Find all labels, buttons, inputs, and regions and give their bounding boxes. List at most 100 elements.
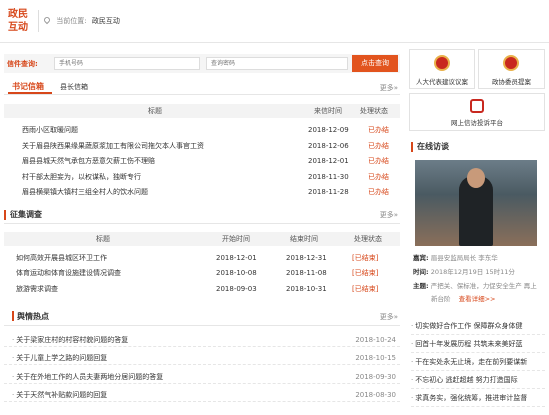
npc-proposal-button[interactable]: 人大代表建议议案 bbox=[409, 49, 475, 89]
list-item[interactable]: 不忘初心 逃赶超越 努力打造国际 bbox=[411, 372, 545, 389]
item-title[interactable]: 求真务实，强化统筹，推进审计监督 bbox=[411, 394, 527, 402]
row-date: 2018-12-01 bbox=[308, 157, 349, 165]
breadcrumb-label: 当前位置: bbox=[56, 17, 87, 25]
mailbox-more-link[interactable]: 更多» bbox=[380, 83, 398, 93]
table-row[interactable]: 体育运动和体育设施建设情况调查 2018-10-08 2018-11-08 [已… bbox=[4, 266, 400, 280]
col-title: 标题 bbox=[148, 107, 162, 115]
row-date: 2018-12-09 bbox=[308, 126, 349, 134]
interview-photo[interactable] bbox=[415, 160, 537, 246]
col-status: 处理状态 bbox=[360, 107, 388, 115]
item-title[interactable]: 关于梁家庄村的村容村貌问题的答复 bbox=[12, 333, 128, 347]
item-date: 2018-08-30 bbox=[355, 391, 396, 399]
row-end: 2018-10-31 bbox=[286, 285, 327, 293]
mailbox-tabline bbox=[4, 94, 400, 95]
row-title[interactable]: 体育运动和体育设施建设情况调查 bbox=[16, 266, 121, 280]
col-status: 处理状态 bbox=[354, 235, 382, 243]
list-item[interactable]: 关于梁家庄村的村容村貌问题的答复 2018-10-24 bbox=[4, 333, 400, 347]
table-row[interactable]: 旅游需求调查 2018-09-03 2018-10-31 [已结束] bbox=[4, 282, 400, 296]
logo-line-1: 政民 bbox=[8, 9, 28, 20]
item-date: 2018-09-30 bbox=[355, 373, 396, 381]
row-start: 2018-12-01 bbox=[216, 254, 257, 262]
query-bar: 信件查询: 点击查询 bbox=[4, 54, 400, 73]
topic-value: 严把关、保标准，力促安全生产 再上 bbox=[430, 282, 537, 290]
row-title[interactable]: 关于眉县陕西果缘果蔬原浆加工有限公司拖欠本人事官工资 bbox=[22, 139, 204, 153]
time-value: 2018年12月19日 15时11分 bbox=[430, 268, 515, 276]
cppcc-proposal-button[interactable]: 政协委员提案 bbox=[478, 49, 545, 89]
topic-value-2: 新台阶 bbox=[431, 295, 451, 303]
cppcc-proposal-label: 政协委员提案 bbox=[492, 78, 531, 86]
table-row[interactable]: 眉县横渠镇大镇村三组全村人的饮水问题 2018-11-28 已办结 bbox=[4, 185, 400, 199]
query-code-input[interactable] bbox=[206, 57, 348, 70]
npc-proposal-label: 人大代表建议议案 bbox=[416, 78, 468, 86]
list-item[interactable]: 切实做好合作工作 保障群众身体健 bbox=[411, 318, 545, 335]
col-date: 来信时间 bbox=[314, 107, 342, 115]
table-row[interactable]: 如何高效开展县城区环卫工作 2018-12-01 2018-12-31 [已结束… bbox=[4, 251, 400, 265]
row-date: 2018-11-30 bbox=[308, 173, 349, 181]
header-bottom-line bbox=[0, 42, 549, 43]
item-title[interactable]: 关于儿童上学之路的问题回复 bbox=[12, 351, 107, 365]
survey-more-link[interactable]: 更多» bbox=[380, 210, 398, 220]
row-title[interactable]: 眉县横渠镇大镇村三组全村人的饮水问题 bbox=[22, 185, 148, 199]
item-title[interactable]: 不忘初心 逃赶超越 努力打造国际 bbox=[411, 376, 518, 384]
row-end: 2018-12-31 bbox=[286, 254, 327, 262]
query-button[interactable]: 点击查询 bbox=[352, 55, 398, 72]
list-item[interactable]: 关于儿童上学之路的问题回复 2018-10-15 bbox=[4, 351, 400, 365]
row-status: 已办结 bbox=[368, 188, 389, 196]
row-title[interactable]: 西雨小区取暖问题 bbox=[22, 123, 78, 137]
row-status: [已结束] bbox=[352, 269, 379, 277]
item-title[interactable]: 干在实处永无止境，走在前列要谋新 bbox=[411, 358, 527, 366]
row-title[interactable]: 村干部太胆妄为，以权谋私，独断专行 bbox=[22, 170, 141, 184]
site-logo: 政民 互动 bbox=[8, 8, 34, 36]
guest-label: 嘉宾: bbox=[413, 254, 429, 262]
tab-active-underline bbox=[8, 92, 52, 94]
hot-title-bar bbox=[12, 311, 14, 321]
topic-line: 主题: 严把关、保标准，力促安全生产 再上 bbox=[413, 280, 537, 290]
view-detail-link[interactable]: 查看详细>> bbox=[459, 295, 496, 303]
row-date: 2018-11-28 bbox=[308, 188, 349, 196]
item-title[interactable]: 切实做好合作工作 保障群众身体健 bbox=[411, 322, 522, 330]
row-status: 已办结 bbox=[368, 173, 389, 181]
list-item[interactable]: 求真务实，强化统筹，推进审计监督 bbox=[411, 390, 545, 407]
interview-section: 在线访谈 嘉宾: 眉县安监局局长 李东华 时间: 2018年12月19日 15时… bbox=[409, 138, 545, 308]
tab-county-mailbox[interactable]: 县长信箱 bbox=[60, 82, 88, 92]
petition-platform-button[interactable]: 网上信访投诉平台 bbox=[409, 93, 545, 131]
table-row[interactable]: 西雨小区取暖问题 2018-12-09 已办结 bbox=[4, 123, 400, 137]
row-status: [已结束] bbox=[352, 285, 379, 293]
location-pin-icon bbox=[42, 15, 52, 25]
breadcrumb-current[interactable]: 政民互动 bbox=[92, 17, 120, 25]
mailbox-section: 书记信箱 县长信箱 更多» 标题 来信时间 处理状态 西雨小区取暖问题 2018… bbox=[4, 78, 400, 198]
list-item[interactable]: 关于在外地工作的人员夫妻两地分居问题的答复 2018-09-30 bbox=[4, 370, 400, 384]
table-row[interactable]: 村干部太胆妄为，以权谋私，独断专行 2018-11-30 已办结 bbox=[4, 170, 400, 184]
item-title[interactable]: 关于在外地工作的人员夫妻两地分居问题的答复 bbox=[12, 370, 163, 384]
row-status: 已办结 bbox=[368, 142, 389, 150]
row-start: 2018-09-03 bbox=[216, 285, 257, 293]
phone-input[interactable] bbox=[54, 57, 200, 70]
topic-label: 主题: bbox=[413, 282, 429, 290]
guest-line: 嘉宾: 眉县安监局局长 李东华 bbox=[413, 252, 498, 262]
interview-title: 在线访谈 bbox=[417, 142, 449, 151]
table-row[interactable]: 眉县县城天然气承包方恶意欠薪工伤不理赔 2018-12-01 已办结 bbox=[4, 154, 400, 168]
list-item[interactable]: 回首十年发展历程 共筑未来美好蓝 bbox=[411, 336, 545, 353]
survey-title-bar bbox=[4, 210, 6, 220]
survey-title: 征集调查 bbox=[10, 210, 42, 219]
table-row[interactable]: 关于眉县陕西果缘果蔬原浆加工有限公司拖欠本人事官工资 2018-12-06 已办… bbox=[4, 139, 400, 153]
row-end: 2018-11-08 bbox=[286, 269, 327, 277]
list-item[interactable]: 关于天然气补贴款问题的回复 2018-08-30 bbox=[4, 388, 400, 402]
col-end: 结束时间 bbox=[290, 235, 318, 243]
item-title[interactable]: 关于天然气补贴款问题的回复 bbox=[12, 388, 107, 402]
cppcc-emblem-icon bbox=[503, 55, 519, 71]
row-title[interactable]: 旅游需求调查 bbox=[16, 282, 58, 296]
row-title[interactable]: 眉县县城天然气承包方恶意欠薪工伤不理赔 bbox=[22, 154, 155, 168]
query-label: 信件查询: bbox=[7, 60, 38, 68]
item-title[interactable]: 回首十年发展历程 共筑未来美好蓝 bbox=[411, 340, 522, 348]
row-date: 2018-12-06 bbox=[308, 142, 349, 150]
list-item[interactable]: 干在实处永无止境，走在前列要谋新 bbox=[411, 354, 545, 371]
tab-secretary-mailbox[interactable]: 书记信箱 bbox=[12, 81, 44, 92]
survey-section: 征集调查 更多» 标题 开始时间 结束时间 处理状态 如何高效开展县城区环卫工作… bbox=[4, 204, 400, 300]
hot-topics-section: 舆情热点 更多» 关于梁家庄村的村容村貌问题的答复 2018-10-24 关于儿… bbox=[4, 306, 400, 410]
row-title[interactable]: 如何高效开展县城区环卫工作 bbox=[16, 251, 107, 265]
guest-value: 眉县安监局局长 李东华 bbox=[430, 254, 498, 262]
time-label: 时间: bbox=[413, 268, 429, 276]
header-divider bbox=[38, 10, 39, 32]
hot-more-link[interactable]: 更多» bbox=[380, 312, 398, 322]
